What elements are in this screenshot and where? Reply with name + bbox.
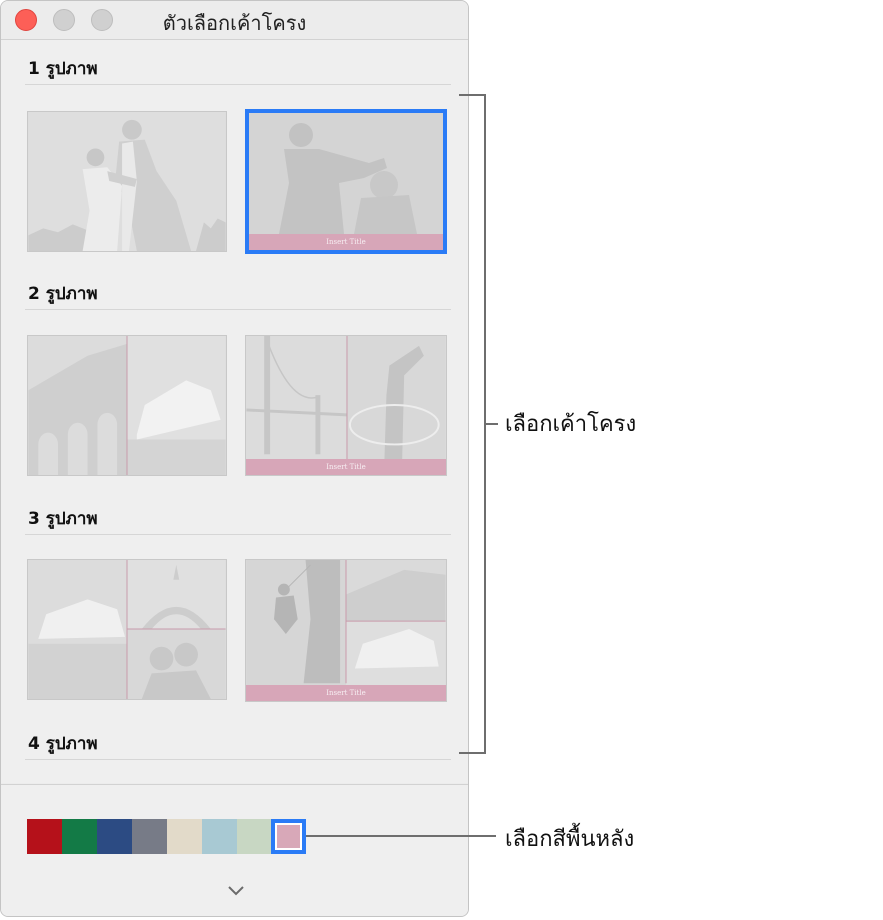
section-title-1-photo: 1 รูปภาพ	[28, 59, 98, 79]
swatch-navy[interactable]	[97, 819, 132, 854]
climber-colosseum-cruise-photos	[246, 560, 446, 701]
layout-1-photo-with-title[interactable]: Insert Title	[245, 109, 447, 254]
bracket-top	[459, 94, 486, 96]
wedding-dance-photo	[28, 112, 226, 251]
swatch-beige[interactable]	[167, 819, 202, 854]
cruise-arch-couple-photos	[28, 560, 226, 699]
section-divider	[25, 534, 451, 535]
section-title-3-photos: 3 รูปภาพ	[28, 509, 98, 529]
slide-title-bar: Insert Title	[246, 685, 446, 701]
bridge-hoop-photos	[246, 336, 446, 475]
section-title-4-photos: 4 รูปภาพ	[28, 734, 98, 754]
parent-child-photo	[249, 113, 443, 250]
section-divider	[25, 309, 451, 310]
callout-line-background	[306, 835, 496, 837]
section-title-2-photos: 2 รูปภาพ	[28, 284, 98, 304]
section-divider	[25, 84, 451, 85]
layout-2-photos-split[interactable]	[27, 335, 227, 476]
swatch-red[interactable]	[27, 819, 62, 854]
slide-title-bar: Insert Title	[246, 459, 446, 475]
window-title: ตัวเลือกเค้าโครง	[162, 11, 307, 35]
annotation-choose-background: เลือกสีพื้นหลัง	[505, 827, 635, 852]
layout-2-photos-with-title[interactable]: Insert Title	[245, 335, 447, 476]
layout-options-window: ตัวเลือกเค้าโครง 1 รูปภาพ Insert Title 2…	[0, 0, 469, 917]
layout-3-photos[interactable]	[27, 559, 227, 700]
layout-3-photos-with-title[interactable]: Insert Title	[245, 559, 447, 702]
bracket-tick	[486, 423, 498, 425]
title-bar: ตัวเลือกเค้าโครง	[1, 1, 468, 40]
swatch-gray[interactable]	[132, 819, 167, 854]
swatch-light-blue[interactable]	[202, 819, 237, 854]
chevron-down-icon[interactable]	[227, 885, 245, 897]
swatch-sage[interactable]	[237, 819, 272, 854]
section-divider	[25, 759, 451, 760]
swatch-pink[interactable]	[271, 819, 306, 854]
swatch-green[interactable]	[62, 819, 97, 854]
layout-1-photo-full[interactable]	[27, 111, 227, 252]
annotation-choose-layout: เลือกเค้าโครง	[505, 412, 637, 437]
colosseum-cruise-photos	[28, 336, 226, 475]
bracket-bottom	[459, 752, 486, 754]
slide-title-bar: Insert Title	[249, 234, 443, 250]
